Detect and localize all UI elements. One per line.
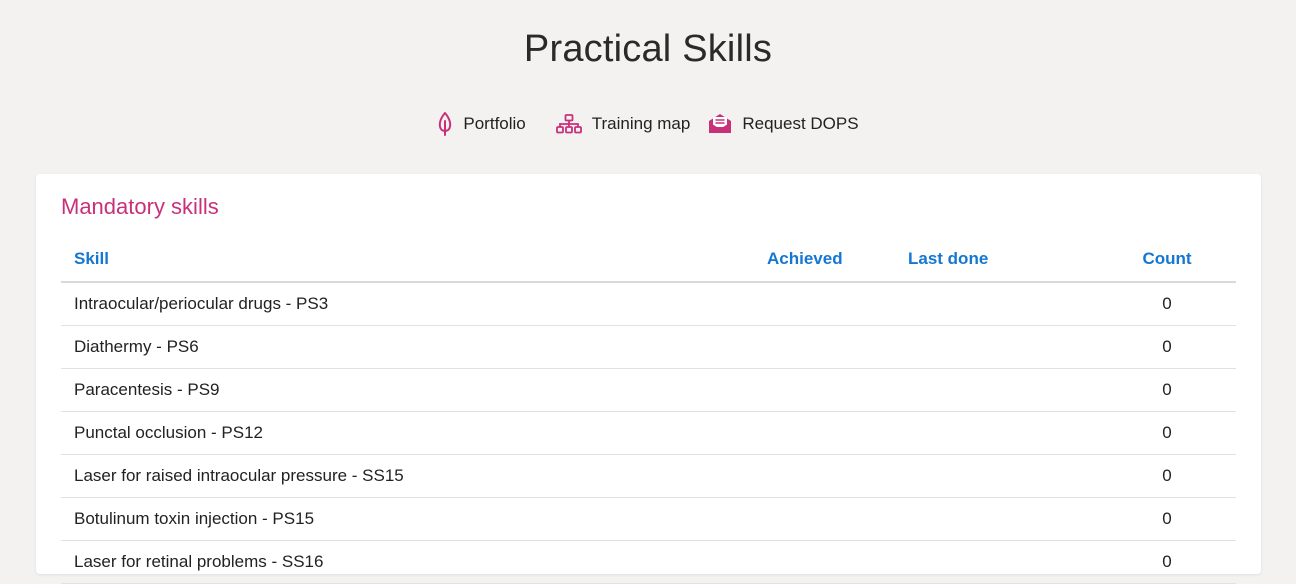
nav-portfolio-link[interactable]: Portfolio bbox=[437, 112, 526, 136]
column-header-achieved[interactable]: Achieved bbox=[761, 236, 903, 283]
cell-last-done bbox=[903, 454, 1108, 498]
cell-last-done bbox=[903, 325, 1108, 369]
table-row[interactable]: Laser for raised intraocular pressure - … bbox=[61, 454, 1236, 498]
nav-training-map-label: Training map bbox=[591, 114, 691, 133]
cell-count: 0 bbox=[1108, 497, 1236, 541]
cell-achieved bbox=[761, 540, 903, 584]
nav-portfolio-label: Portfolio bbox=[463, 114, 526, 133]
column-header-count[interactable]: Count bbox=[1108, 236, 1236, 283]
cell-last-done bbox=[903, 497, 1108, 541]
table-row[interactable]: Paracentesis - PS9 0 bbox=[61, 368, 1236, 412]
cell-achieved bbox=[761, 282, 903, 326]
column-header-last-done[interactable]: Last done bbox=[903, 236, 1108, 283]
cell-last-done bbox=[903, 540, 1108, 584]
cell-last-done bbox=[903, 411, 1108, 455]
cell-count: 0 bbox=[1108, 282, 1236, 326]
table-header-row: Skill Achieved Last done Count bbox=[61, 236, 1236, 283]
nav-request-dops-label: Request DOPS bbox=[742, 114, 859, 133]
cell-skill: Laser for raised intraocular pressure - … bbox=[61, 454, 761, 498]
mandatory-skills-table: Skill Achieved Last done Count Intraocul… bbox=[61, 236, 1236, 584]
cell-count: 0 bbox=[1108, 325, 1236, 369]
cell-skill: Laser for retinal problems - SS16 bbox=[61, 540, 761, 584]
table-row[interactable]: Punctal occlusion - PS12 0 bbox=[61, 411, 1236, 455]
cell-skill: Intraocular/periocular drugs - PS3 bbox=[61, 282, 761, 326]
cell-count: 0 bbox=[1108, 411, 1236, 455]
cell-skill: Paracentesis - PS9 bbox=[61, 368, 761, 412]
sitemap-icon bbox=[555, 114, 582, 134]
table-row[interactable]: Laser for retinal problems - SS16 0 bbox=[61, 540, 1236, 584]
page-title: Practical Skills bbox=[523, 28, 773, 70]
nav-training-map-link[interactable]: Training map bbox=[555, 114, 691, 134]
table-row[interactable]: Intraocular/periocular drugs - PS3 0 bbox=[61, 282, 1236, 326]
cell-skill: Botulinum toxin injection - PS15 bbox=[61, 497, 761, 541]
table-row[interactable]: Botulinum toxin injection - PS15 0 bbox=[61, 497, 1236, 541]
envelope-open-icon bbox=[708, 113, 732, 135]
mandatory-skills-card: Mandatory skills Skill Achieved Last don… bbox=[36, 174, 1261, 584]
top-nav: Portfolio Training map Request DOPS bbox=[0, 112, 1296, 136]
cell-count: 0 bbox=[1108, 540, 1236, 584]
table-row[interactable]: Diathermy - PS6 0 bbox=[61, 325, 1236, 369]
cell-skill: Punctal occlusion - PS12 bbox=[61, 411, 761, 455]
leaf-icon bbox=[437, 112, 453, 136]
cell-count: 0 bbox=[1108, 368, 1236, 412]
cell-skill: Diathermy - PS6 bbox=[61, 325, 761, 369]
cell-achieved bbox=[761, 368, 903, 412]
cell-last-done bbox=[903, 282, 1108, 326]
cell-achieved bbox=[761, 497, 903, 541]
nav-request-dops-link[interactable]: Request DOPS bbox=[708, 113, 859, 135]
cell-achieved bbox=[761, 454, 903, 498]
cell-count: 0 bbox=[1108, 454, 1236, 498]
cell-last-done bbox=[903, 368, 1108, 412]
mandatory-skills-title: Mandatory skills bbox=[61, 194, 219, 219]
cell-achieved bbox=[761, 411, 903, 455]
cell-achieved bbox=[761, 325, 903, 369]
column-header-skill[interactable]: Skill bbox=[61, 236, 761, 283]
